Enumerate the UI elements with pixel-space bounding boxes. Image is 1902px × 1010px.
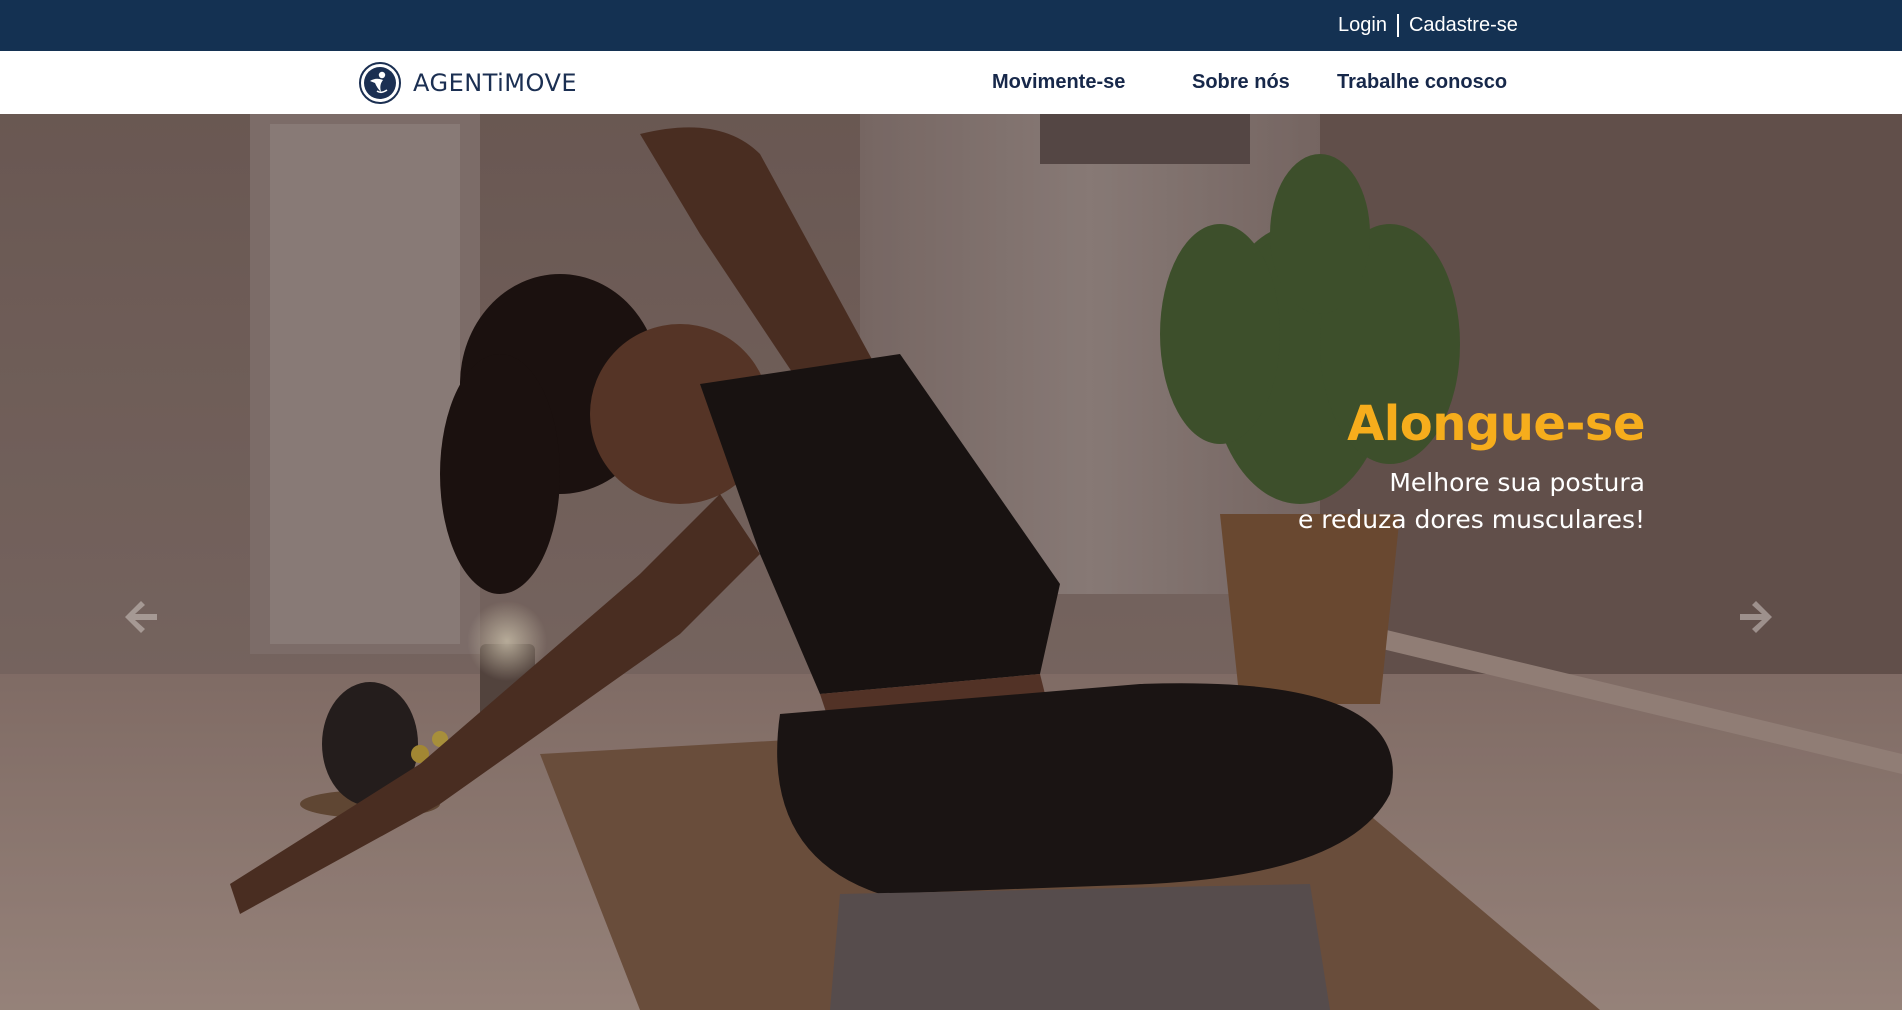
hero-subtitle-line-2: e reduza dores musculares!: [1297, 505, 1645, 534]
hero-overlay: [0, 114, 1902, 1010]
account-bar: Login Cadastre-se: [0, 0, 1902, 51]
account-divider: [1396, 14, 1399, 37]
account-links: Login Cadastre-se: [1338, 0, 1518, 51]
nav-item-movimente-se[interactable]: Movimente-se: [992, 51, 1125, 114]
nav-item-trabalhe-conosco[interactable]: Trabalhe conosco: [1337, 51, 1507, 114]
hero-subtitle-line-1: Melhore sua postura: [1389, 468, 1645, 497]
hero-caption: Alongue-se Melhore sua postura e reduza …: [1298, 392, 1646, 538]
hero-subtitle: Melhore sua postura e reduza dores muscu…: [1298, 464, 1645, 538]
hero-carousel: Alongue-se Melhore sua postura e reduza …: [0, 114, 1902, 1010]
arrow-right-icon[interactable]: [1734, 595, 1778, 639]
signup-link[interactable]: Cadastre-se: [1409, 14, 1518, 37]
arrow-left-icon[interactable]: [119, 595, 163, 639]
login-link[interactable]: Login: [1338, 14, 1387, 37]
nav-item-sobre-nos[interactable]: Sobre nós: [1192, 51, 1290, 114]
nav-menu: Movimente-se Sobre nós Trabalhe conosco: [0, 51, 1902, 114]
hero-headline: Alongue-se: [1347, 396, 1645, 452]
main-navbar: AGENTiMOVE Movimente-se Sobre nós Trabal…: [0, 51, 1902, 114]
